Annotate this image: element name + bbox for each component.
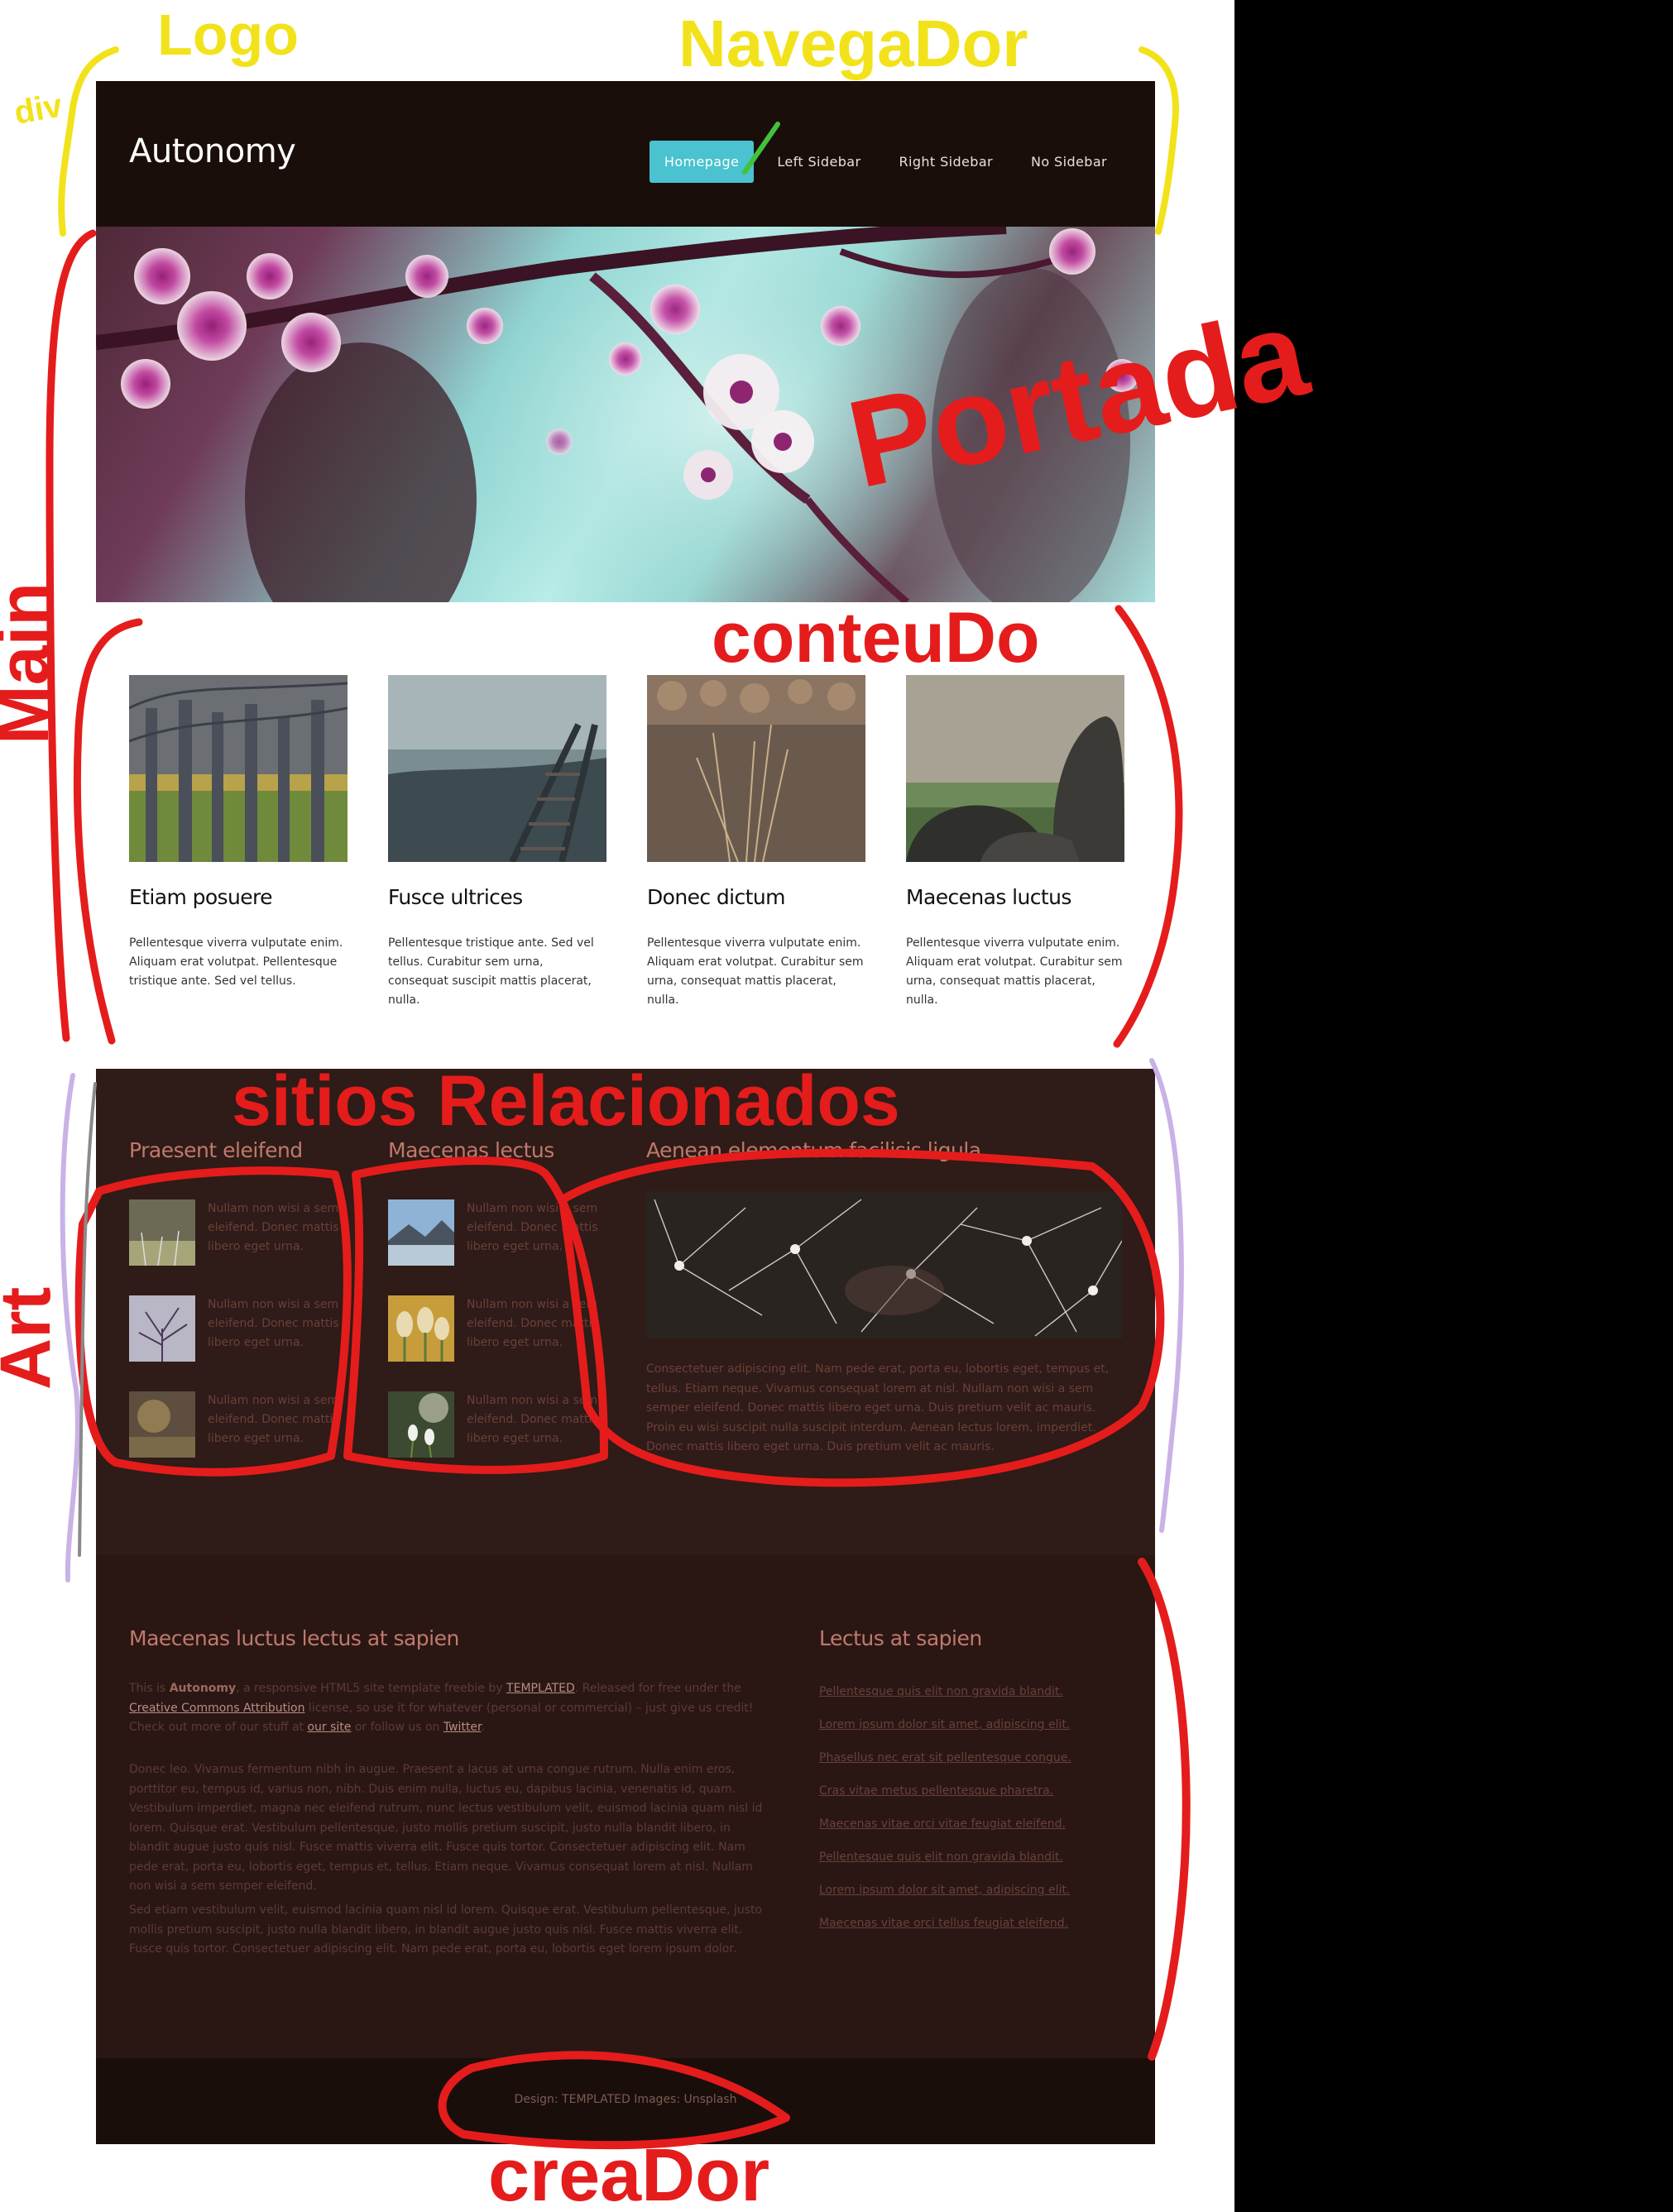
annotation-conteudo: conteuDo (712, 598, 1040, 677)
content-bracket-right (1113, 605, 1183, 1048)
annotation-portada: Portada (837, 282, 1320, 515)
annotation-navegador: NavegaDor (678, 7, 1028, 80)
annotation-sitios: sitios Relacionados (232, 1061, 900, 1141)
annotation-art: Art (0, 1287, 65, 1390)
annotation-div: div (12, 87, 65, 131)
header-brace-left (58, 46, 119, 237)
annotation-creador: creaDor (488, 2134, 769, 2212)
header-brace-right (1139, 46, 1179, 235)
screenshot-stage: Autonomy Homepage Left Sidebar Right Sid… (0, 0, 1673, 2212)
pencil-mark (78, 1082, 97, 1557)
creador-scribble (438, 2051, 790, 2150)
annotation-overlay: Logo NavegaDor div Portada Main conteuDo… (0, 2, 1320, 2212)
annotation-main: Main (0, 582, 64, 745)
annotation-logo: Logo (157, 2, 299, 67)
content-bracket-left (73, 618, 143, 1045)
related-loop-3 (558, 1148, 1165, 1487)
footer-bracket (1138, 1558, 1191, 2061)
green-marker-stroke (742, 122, 780, 175)
related-loop-1 (74, 1166, 352, 1477)
